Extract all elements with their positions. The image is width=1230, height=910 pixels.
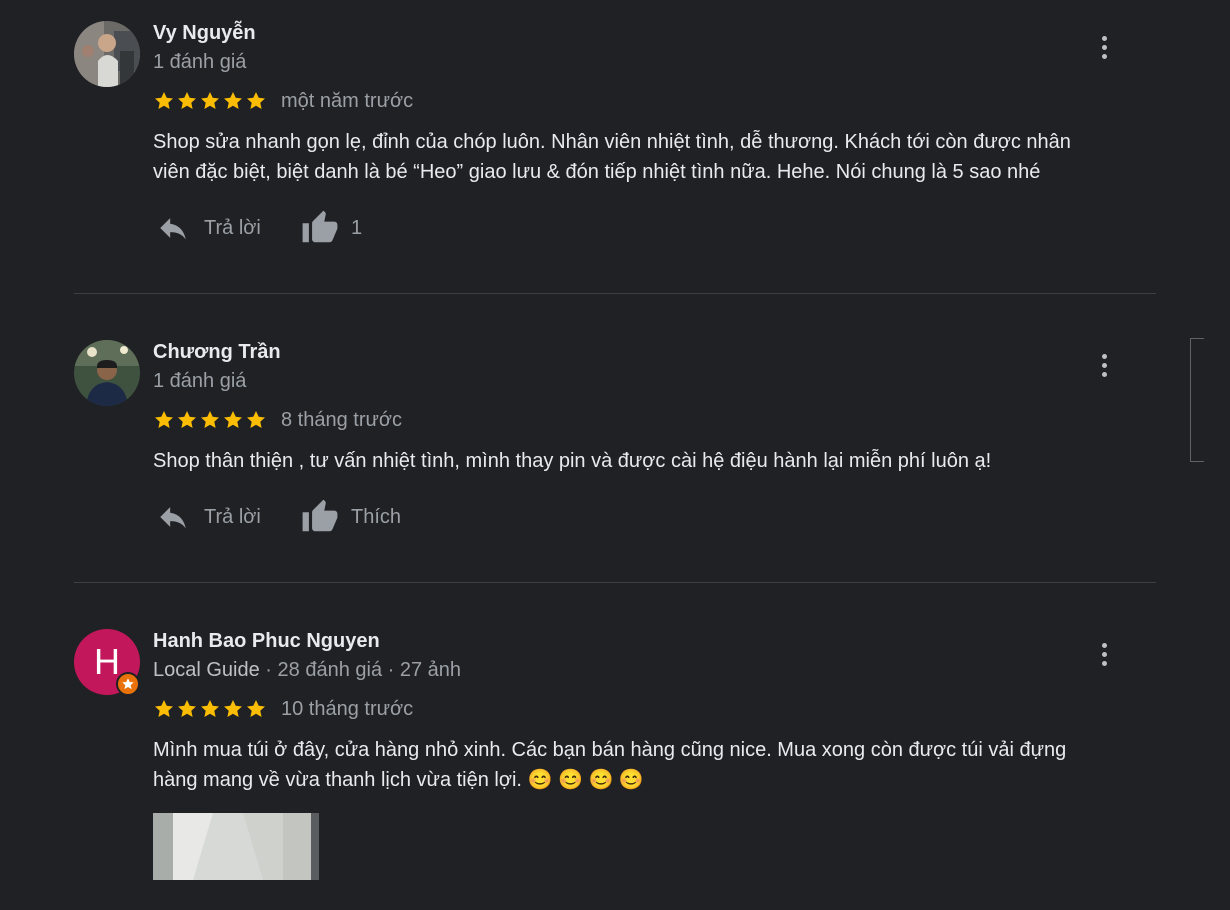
star-icon [176, 90, 198, 112]
review-actions: Trả lời Thích [156, 497, 401, 537]
review-text: Mình mua túi ở đây, cửa hàng nhỏ xinh. C… [153, 735, 1153, 795]
review-date: 8 tháng trước [281, 408, 403, 431]
smile-emoji: 😊 😊 😊 😊 [527, 769, 644, 791]
star-icon [153, 698, 175, 720]
star-icon [245, 409, 267, 431]
review-text: Shop sửa nhanh gọn lẹ, đỉnh của chóp luô… [153, 127, 1153, 187]
star-rating [153, 90, 267, 112]
review-card: Chương Trần 1 đánh giá 8 tháng trước Sho… [74, 340, 1156, 560]
star-icon [199, 90, 221, 112]
like-button[interactable]: Thích [301, 498, 401, 536]
more-options-button[interactable] [1092, 27, 1116, 67]
divider [74, 582, 1156, 583]
review-photo[interactable] [153, 813, 319, 880]
rating-row: một năm trước [153, 88, 413, 114]
like-count: 1 [351, 216, 363, 239]
reply-icon [156, 500, 190, 534]
review-text-line: hàng mang về vừa thanh lịch vừa tiện lợi… [153, 765, 1153, 795]
star-rating [153, 698, 267, 720]
review-text-line: viên đặc biệt, biệt danh là bé “Heo” gia… [153, 161, 1041, 183]
rating-row: 8 tháng trước [153, 407, 402, 433]
author-name[interactable]: Vy Nguyễn [153, 22, 256, 45]
more-options-button[interactable] [1092, 634, 1116, 674]
reviews-panel: Vy Nguyễn 1 đánh giá một năm trước Shop … [0, 0, 1230, 910]
rating-row: 10 tháng trước [153, 696, 413, 722]
more-vert-icon [1101, 642, 1107, 648]
star-icon [176, 698, 198, 720]
reply-button[interactable]: Trả lời [156, 211, 301, 245]
star-rating [153, 409, 267, 431]
review-date: 10 tháng trước [281, 697, 414, 720]
star-icon [245, 90, 267, 112]
review-text-line: Shop thân thiện , tư vấn nhiệt tình, mìn… [153, 450, 992, 472]
avatar[interactable] [74, 21, 140, 87]
star-icon [199, 409, 221, 431]
reply-label: Trả lời [204, 216, 261, 239]
author-meta: 1 đánh giá [153, 370, 247, 392]
avatar[interactable] [74, 340, 140, 406]
more-vert-icon [1101, 353, 1107, 359]
scrollbar-thumb[interactable] [1190, 338, 1204, 462]
reply-label: Trả lời [204, 505, 261, 528]
more-vert-icon [1101, 35, 1107, 41]
star-icon [222, 698, 244, 720]
local-guide-badge-icon [116, 672, 140, 696]
star-icon [222, 409, 244, 431]
star-icon [153, 90, 175, 112]
star-icon [176, 409, 198, 431]
review-text-fragment: hàng mang về vừa thanh lịch vừa tiện lợi… [153, 769, 522, 791]
like-button[interactable]: 1 [301, 209, 362, 247]
local-guide-label: Local Guide [153, 659, 260, 681]
review-text-line: Shop sửa nhanh gọn lẹ, đỉnh của chóp luô… [153, 131, 1071, 153]
review-text-line: Mình mua túi ở đây, cửa hàng nhỏ xinh. C… [153, 739, 1067, 761]
thumb-up-icon [301, 209, 339, 247]
star-icon [153, 409, 175, 431]
thumb-up-icon [301, 498, 339, 536]
reply-icon [156, 211, 190, 245]
avatar-letter: H [94, 641, 120, 682]
author-name[interactable]: Chương Trần [153, 341, 281, 364]
review-date: một năm trước [281, 89, 414, 112]
review-actions: Trả lời 1 [156, 208, 362, 248]
review-text: Shop thân thiện , tư vấn nhiệt tình, mìn… [153, 446, 1153, 476]
divider [74, 293, 1156, 294]
author-stats: · 28 đánh giá · 27 ảnh [259, 659, 462, 681]
review-card: Vy Nguyễn 1 đánh giá một năm trước Shop … [74, 21, 1156, 281]
star-icon [199, 698, 221, 720]
reply-button[interactable]: Trả lời [156, 500, 301, 534]
like-label: Thích [351, 505, 402, 528]
star-icon [222, 90, 244, 112]
author-name[interactable]: Hanh Bao Phuc Nguyen [153, 630, 380, 653]
more-options-button[interactable] [1092, 345, 1116, 385]
author-meta: Local Guide · 28 đánh giá · 27 ảnh [153, 659, 461, 682]
star-icon [245, 698, 267, 720]
author-meta: 1 đánh giá [153, 51, 247, 73]
review-card: H Hanh Bao Phuc Nguyen Local Guide · 28 … [74, 629, 1156, 889]
